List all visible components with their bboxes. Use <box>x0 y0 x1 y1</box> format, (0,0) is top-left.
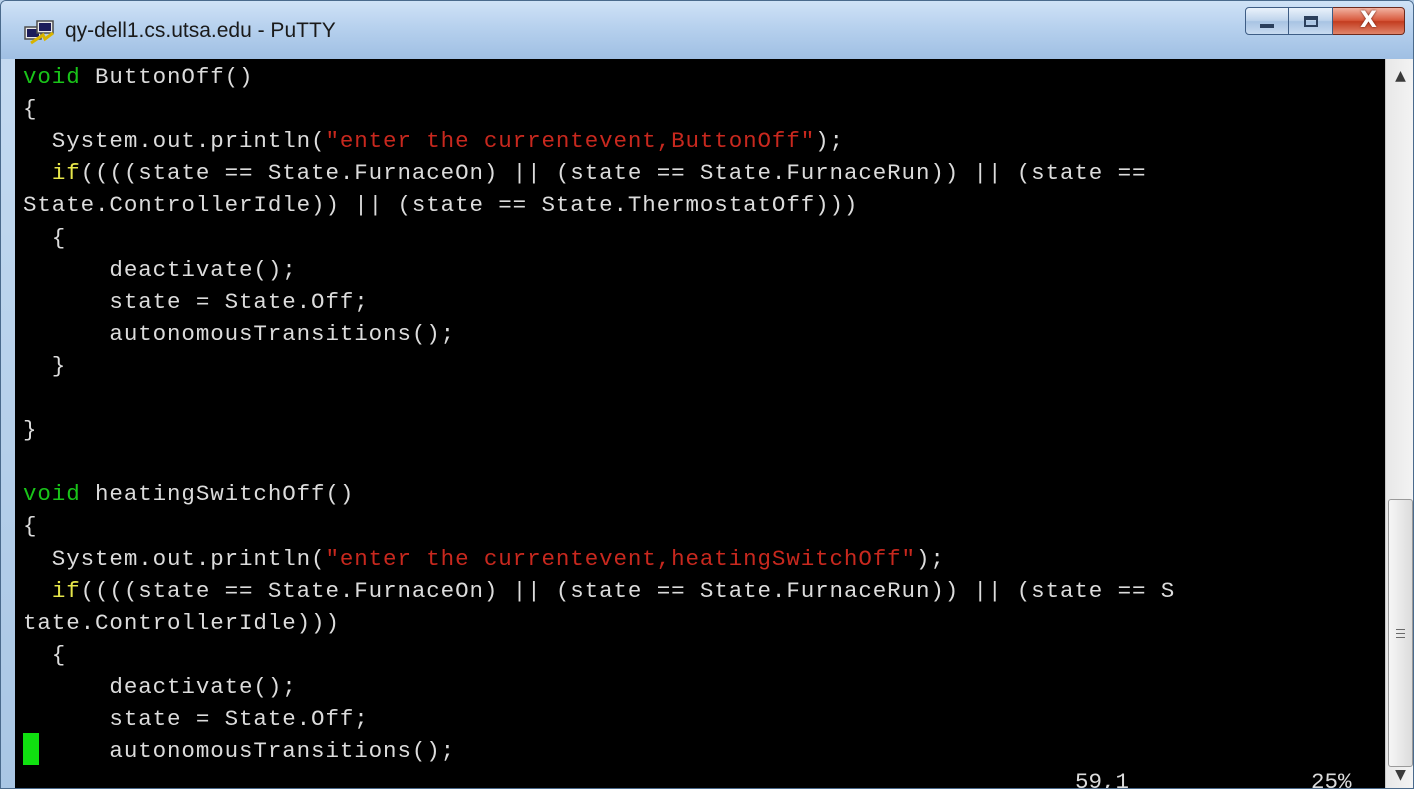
code-text: { <box>23 641 67 668</box>
code-text: deactivate(); <box>23 673 297 700</box>
code-text: { <box>23 96 38 123</box>
maximize-icon <box>1303 15 1318 27</box>
code-text: heatingSwitchOff() <box>80 481 355 508</box>
terminal-line: autonomousTransitions(); <box>23 735 455 767</box>
code-text: } <box>23 417 38 444</box>
status-cursor-position: 59,1 <box>1075 769 1130 789</box>
terminal-line: } <box>23 350 66 382</box>
terminal-line: if((((state == State.FurnaceOn) || (stat… <box>23 157 1146 189</box>
code-text: ); <box>915 545 945 572</box>
code-text: { <box>23 224 67 251</box>
scroll-up-button[interactable]: ▲ <box>1386 61 1413 91</box>
terminal-line: state = State.Off; <box>23 703 369 735</box>
maximize-button[interactable] <box>1289 7 1333 35</box>
terminal-line: deactivate(); <box>23 254 297 286</box>
window-controls: X <box>1245 7 1405 37</box>
putty-app-icon <box>24 20 54 45</box>
terminal-line: tate.ControllerIdle))) <box>23 607 340 639</box>
minimize-button[interactable] <box>1245 7 1289 35</box>
terminal-line: { <box>23 639 66 671</box>
code-text: ((((state == State.FurnaceOn) || (state … <box>80 160 1147 187</box>
code-text: autonomousTransitions(); <box>23 320 456 347</box>
terminal-line: if((((state == State.FurnaceOn) || (stat… <box>23 575 1175 607</box>
code-text: ((((state == State.FurnaceOn) || (state … <box>80 577 1176 604</box>
code-string: "enter the currentevent,ButtonOff" <box>325 128 816 155</box>
terminal-line: void ButtonOff() <box>23 61 253 93</box>
terminal-line: { <box>23 222 66 254</box>
scroll-down-button[interactable]: ▼ <box>1386 760 1413 788</box>
code-text: state = State.Off; <box>23 706 369 732</box>
terminal-line: deactivate(); <box>23 671 297 703</box>
putty-window: qy-dell1.cs.utsa.edu - PuTTY X autonomou… <box>0 0 1414 789</box>
code-string: "enter the currentevent,heatingSwitchOff… <box>325 545 916 572</box>
code-text: { <box>23 513 38 540</box>
terminal-line: autonomousTransitions(); <box>23 318 455 350</box>
vertical-scrollbar[interactable]: ▲ ▼ <box>1385 59 1413 788</box>
code-keyword: void <box>23 64 81 90</box>
code-keyword: if <box>51 577 81 604</box>
window-title: qy-dell1.cs.utsa.edu - PuTTY <box>65 19 336 42</box>
status-scroll-percent: 25% <box>1311 769 1352 789</box>
code-text: State.ControllerIdle)) || (state == Stat… <box>23 192 859 219</box>
code-text: ); <box>815 128 844 155</box>
terminal-line: state = State.Off; <box>23 286 369 318</box>
close-icon: X <box>1360 8 1377 33</box>
code-keyword: if <box>51 160 81 187</box>
terminal-screen[interactable]: autonomousTransitions(); state = State.O… <box>15 59 1385 789</box>
scrollbar-thumb[interactable] <box>1388 499 1413 767</box>
code-text: state = State.Off; <box>23 288 369 315</box>
terminal-line: State.ControllerIdle)) || (state == Stat… <box>23 189 858 221</box>
code-text: ButtonOff() <box>80 64 254 90</box>
title-bar[interactable]: qy-dell1.cs.utsa.edu - PuTTY X <box>1 1 1413 59</box>
code-text: autonomousTransitions(); <box>23 738 456 765</box>
terminal-line: } <box>23 414 37 446</box>
terminal-line: { <box>23 510 37 542</box>
code-text: tate.ControllerIdle))) <box>23 609 340 636</box>
close-button[interactable]: X <box>1333 7 1405 35</box>
terminal-line: System.out.println("enter the currenteve… <box>23 543 945 575</box>
terminal-line: System.out.println("enter the currenteve… <box>23 125 844 157</box>
terminal-line: { <box>23 93 37 125</box>
minimize-icon <box>1260 24 1274 28</box>
code-keyword: void <box>23 481 81 508</box>
terminal-cursor <box>23 733 39 765</box>
code-text: deactivate(); <box>23 256 297 283</box>
code-text: System.out.println( <box>23 128 326 155</box>
code-text: System.out.println( <box>23 545 326 572</box>
grip-icon <box>1396 628 1405 638</box>
scroll-down-arrow-icon: ▼ <box>1395 767 1406 783</box>
code-text: } <box>23 352 67 379</box>
scroll-up-arrow-icon: ▲ <box>1395 68 1406 84</box>
terminal-line: void heatingSwitchOff() <box>23 478 354 510</box>
